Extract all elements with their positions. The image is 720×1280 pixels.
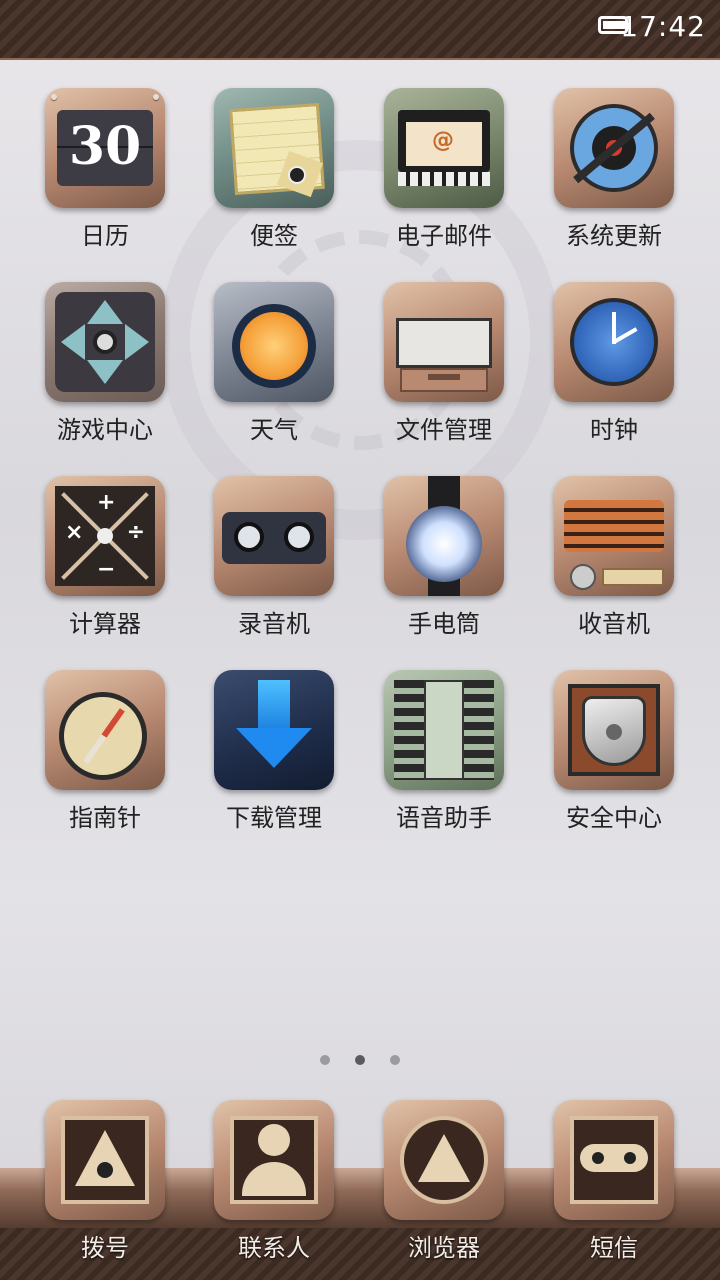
app-compass[interactable]: 指南针 — [20, 670, 190, 850]
app-label: 天气 — [250, 416, 298, 444]
dialer-icon — [45, 1100, 165, 1220]
app-label: 下载管理 — [226, 804, 322, 832]
calculator-icon: + × ÷ − — [45, 476, 165, 596]
compass-icon — [45, 670, 165, 790]
app-system-update[interactable]: 系统更新 — [529, 88, 699, 268]
clock-icon — [554, 282, 674, 402]
app-label: 文件管理 — [396, 416, 492, 444]
app-clock[interactable]: 时钟 — [529, 282, 699, 462]
contacts-icon — [214, 1100, 334, 1220]
email-icon: @ — [384, 88, 504, 208]
app-flashlight[interactable]: 手电筒 — [359, 476, 529, 656]
app-label: 录音机 — [238, 610, 310, 638]
download-manager-icon — [214, 670, 334, 790]
voice-assistant-icon — [384, 670, 504, 790]
status-time: 17:42 — [620, 10, 706, 43]
app-security-center[interactable]: 安全中心 — [529, 670, 699, 850]
flashlight-icon — [384, 476, 504, 596]
app-label: 日历 — [81, 222, 129, 250]
security-center-icon — [554, 670, 674, 790]
app-label: 语音助手 — [396, 804, 492, 832]
app-calculator[interactable]: + × ÷ − 计算器 — [20, 476, 190, 656]
weather-icon — [214, 282, 334, 402]
notes-icon — [214, 88, 334, 208]
app-game-center[interactable]: 游戏中心 — [20, 282, 190, 462]
app-dialer[interactable]: 拨号 — [20, 1100, 190, 1280]
app-label: 安全中心 — [566, 804, 662, 832]
app-label: 拨号 — [81, 1234, 129, 1262]
app-label: 收音机 — [578, 610, 650, 638]
page-dot[interactable] — [390, 1055, 401, 1065]
app-contacts[interactable]: 联系人 — [189, 1100, 359, 1280]
app-label: 短信 — [590, 1234, 638, 1262]
app-label: 浏览器 — [408, 1234, 480, 1262]
radio-icon — [554, 476, 674, 596]
app-browser[interactable]: 浏览器 — [359, 1100, 529, 1280]
app-label: 手电筒 — [408, 610, 480, 638]
game-center-icon — [45, 282, 165, 402]
recorder-icon — [214, 476, 334, 596]
app-file-manager[interactable]: 文件管理 — [359, 282, 529, 462]
app-voice-assistant[interactable]: 语音助手 — [359, 670, 529, 850]
app-label: 指南针 — [69, 804, 141, 832]
app-label: 电子邮件 — [396, 222, 492, 250]
dock-apps: 拨号 联系人 浏览器 短信 — [0, 1100, 720, 1280]
calendar-day: 30 — [68, 116, 142, 177]
system-update-icon — [554, 88, 674, 208]
page-dot[interactable] — [319, 1055, 330, 1065]
app-label: 便签 — [250, 222, 298, 250]
app-radio[interactable]: 收音机 — [529, 476, 699, 656]
sms-icon — [554, 1100, 674, 1220]
page-dot-active[interactable] — [355, 1055, 365, 1065]
app-email[interactable]: @ 电子邮件 — [359, 88, 529, 268]
app-label: 联系人 — [238, 1234, 310, 1262]
calendar-icon: 30 — [45, 88, 165, 208]
page-indicator — [0, 1050, 720, 1069]
app-label: 时钟 — [590, 416, 638, 444]
file-manager-icon — [384, 282, 504, 402]
status-bar: 17:42 — [0, 0, 720, 60]
app-download-manager[interactable]: 下载管理 — [189, 670, 359, 850]
app-recorder[interactable]: 录音机 — [189, 476, 359, 656]
app-label: 系统更新 — [566, 222, 662, 250]
app-label: 游戏中心 — [57, 416, 153, 444]
app-weather[interactable]: 天气 — [189, 282, 359, 462]
app-notes[interactable]: 便签 — [189, 88, 359, 268]
app-label: 计算器 — [69, 610, 141, 638]
app-sms[interactable]: 短信 — [529, 1100, 699, 1280]
app-calendar[interactable]: 30 日历 — [20, 88, 190, 268]
browser-icon — [384, 1100, 504, 1220]
